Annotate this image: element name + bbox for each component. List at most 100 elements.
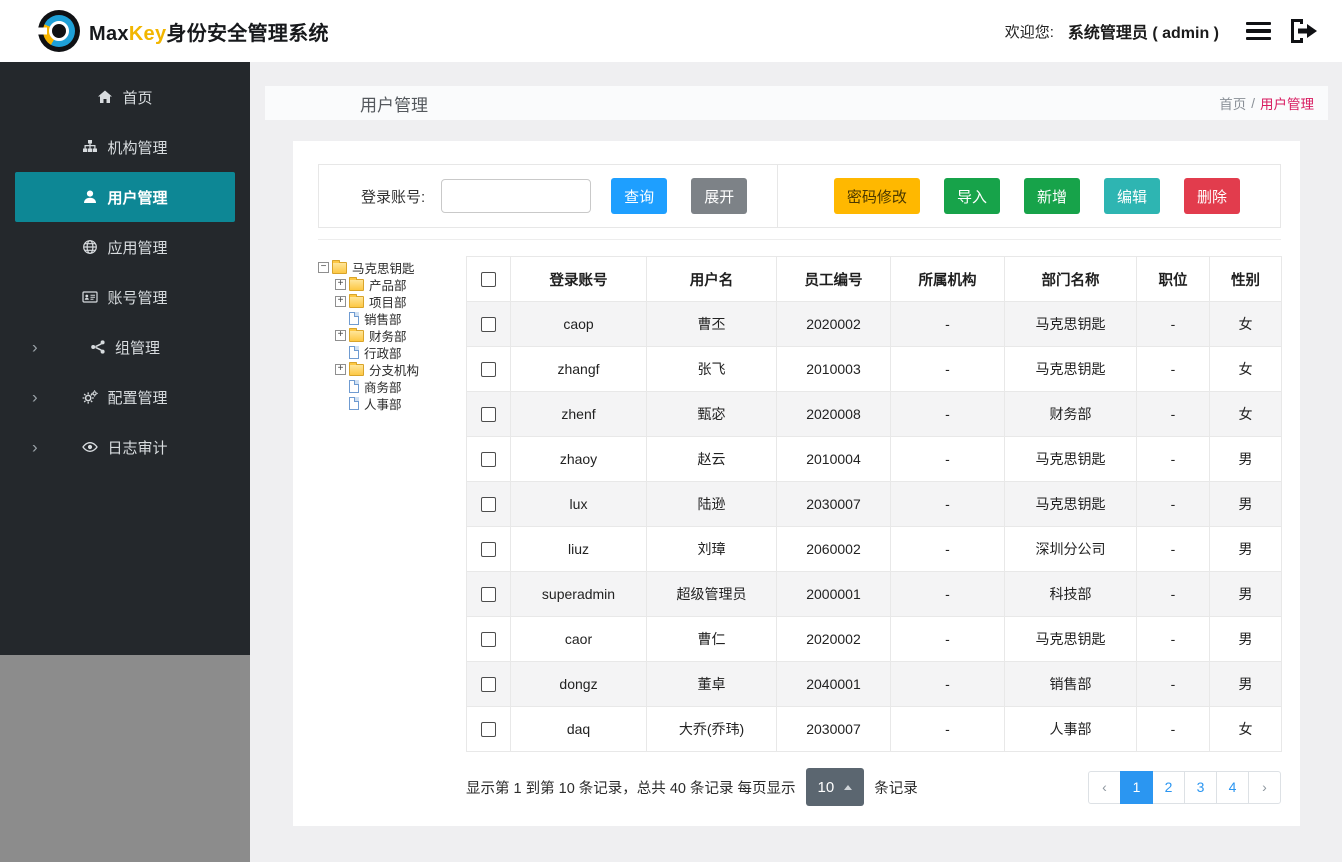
brand-max: Max: [89, 22, 129, 45]
table-cell: -: [1136, 481, 1210, 527]
menu-icon[interactable]: [1243, 19, 1274, 44]
tree-node[interactable]: 销售部: [335, 310, 466, 327]
globe-icon: [82, 239, 98, 255]
home-icon: [97, 89, 113, 105]
query-button[interactable]: 查询: [611, 178, 668, 214]
page-button-2[interactable]: 2: [1152, 770, 1185, 804]
tree-node[interactable]: + 分支机构: [335, 361, 466, 378]
sidebar-item-group[interactable]: › 组管理: [0, 322, 250, 372]
table-cell: -: [890, 436, 1005, 482]
sidebar: 首页机构管理 用户管理 应用管理 账号管理 › 组管理 › 配置管理 › 日志审计: [0, 62, 250, 862]
table-cell: 陆逊: [646, 481, 777, 527]
breadcrumb-home[interactable]: 首页: [1219, 93, 1246, 113]
table-header-row: 登录账号 用户名 员工编号 所属机构 部门名称 职位 性别: [466, 256, 1282, 302]
table-cell: 男: [1209, 481, 1282, 527]
column-header: 员工编号: [776, 256, 891, 302]
table-row[interactable]: lux 陆逊 2030007- 马克思钥匙 - 男: [466, 481, 1282, 527]
sidebar-item-config[interactable]: › 配置管理: [0, 372, 250, 422]
sidebar-item-label: 配置管理: [107, 389, 168, 407]
expand-icon[interactable]: +: [335, 279, 346, 290]
table-row[interactable]: caor 曹仁 2020002- 马克思钥匙 - 男: [466, 616, 1282, 662]
row-checkbox[interactable]: [481, 407, 496, 423]
expand-icon[interactable]: +: [335, 296, 346, 307]
table-row[interactable]: zhangf 张飞 2010003- 马克思钥匙 - 女: [466, 346, 1282, 392]
header-checkbox-cell: [466, 256, 511, 302]
expand-icon[interactable]: +: [335, 330, 346, 341]
import-button[interactable]: 导入: [943, 178, 1000, 214]
tree-node-label[interactable]: 人事部: [362, 394, 404, 413]
row-checkbox[interactable]: [481, 452, 496, 468]
tree-node[interactable]: + 产品部: [335, 276, 466, 293]
search-input[interactable]: [441, 179, 592, 213]
table-cell: caop: [510, 301, 647, 347]
delete-button[interactable]: 删除: [1183, 178, 1240, 214]
sidebar-item-account[interactable]: 账号管理: [0, 272, 250, 322]
column-header: 职位: [1136, 256, 1210, 302]
page-button-1[interactable]: 1: [1120, 770, 1153, 804]
tree-node[interactable]: 商务部: [335, 378, 466, 395]
tree-node[interactable]: 行政部: [335, 344, 466, 361]
expand-icon[interactable]: +: [335, 364, 346, 375]
row-checkbox[interactable]: [481, 632, 496, 648]
sidebar-item-user[interactable]: 用户管理: [15, 172, 235, 222]
sidebar-item-app[interactable]: 应用管理: [0, 222, 250, 272]
table-row[interactable]: liuz 刘璋 2060002- 深圳分公司 - 男: [466, 526, 1282, 572]
expand-button[interactable]: 展开: [691, 178, 748, 214]
row-checkbox[interactable]: [481, 542, 496, 558]
tree-node[interactable]: + 财务部: [335, 327, 466, 344]
gears-icon: [82, 389, 99, 405]
tree-node[interactable]: + 项目部: [335, 293, 466, 310]
table-cell: 男: [1209, 616, 1282, 662]
table-cell: -: [890, 661, 1005, 707]
page-size-select[interactable]: 10: [805, 768, 865, 806]
table-cell: -: [1136, 391, 1210, 437]
table-row[interactable]: zhenf 甄宓 2020008- 财务部 - 女: [466, 391, 1282, 437]
table-row[interactable]: caop 曹丕 2020002- 马克思钥匙 - 女: [466, 301, 1282, 347]
row-checkbox[interactable]: [481, 722, 496, 738]
sidebar-item-label: 首页: [122, 89, 153, 107]
table-cell: 马克思钥匙: [1004, 436, 1137, 482]
row-checkbox[interactable]: [481, 317, 496, 333]
table-cell: liuz: [510, 526, 647, 572]
page-button-3[interactable]: 3: [1184, 770, 1217, 804]
collapse-icon[interactable]: −: [318, 262, 329, 273]
table-row[interactable]: superadmin 超级管理员 2000001- 科技部 - 男: [466, 571, 1282, 617]
table-row[interactable]: dongz 董卓 2040001- 销售部 - 男: [466, 661, 1282, 707]
table-cell: 马克思钥匙: [1004, 346, 1137, 392]
user-icon: [82, 189, 98, 205]
table-row[interactable]: zhaoy 赵云 2010004- 马克思钥匙 - 男: [466, 436, 1282, 482]
row-checkbox[interactable]: [481, 677, 496, 693]
select-all-checkbox[interactable]: [481, 271, 496, 287]
tree-node[interactable]: − 马克思钥匙: [318, 259, 466, 276]
row-checkbox[interactable]: [481, 497, 496, 513]
page-size-value: 10: [817, 778, 835, 796]
row-checkbox-cell: [466, 526, 511, 572]
breadcrumb-current[interactable]: 用户管理: [1260, 93, 1314, 113]
sidebar-item-home[interactable]: 首页: [0, 72, 250, 122]
edit-button[interactable]: 编辑: [1103, 178, 1160, 214]
change-password-button[interactable]: 密码修改: [833, 178, 920, 214]
page-button-4[interactable]: 4: [1216, 770, 1249, 804]
prev-page-button[interactable]: ‹: [1088, 770, 1121, 804]
table-cell: -: [890, 301, 1005, 347]
table-footer: 显示第 1 到第 10 条记录，总共 40 条记录 每页显示 10 条记录 ‹ 1…: [466, 768, 1281, 806]
next-page-button[interactable]: ›: [1248, 770, 1281, 804]
table-row[interactable]: daq 大乔(乔玮) 2030007- 人事部 - 女: [466, 706, 1282, 752]
row-checkbox[interactable]: [481, 362, 496, 378]
toolbar-divider: [777, 165, 779, 227]
app-header: MaxKey身份安全管理系统 欢迎您: 系统管理员 ( admin ): [0, 0, 1342, 62]
row-checkbox[interactable]: [481, 587, 496, 603]
table-cell: 2030007: [776, 481, 891, 527]
tree-node[interactable]: 人事部: [335, 395, 466, 412]
table-cell: -: [890, 526, 1005, 572]
add-button[interactable]: 新增: [1023, 178, 1080, 214]
table-cell: 马克思钥匙: [1004, 301, 1137, 347]
content-card: 登录账号: 查询 展开 密码修改 导入 新增 编辑 删除 − 马克思钥匙 + 产品: [293, 141, 1300, 826]
sidebar-item-audit[interactable]: › 日志审计: [0, 422, 250, 472]
logout-icon[interactable]: [1288, 17, 1320, 45]
table-cell: -: [890, 481, 1005, 527]
sidebar-item-org[interactable]: 机构管理: [0, 122, 250, 172]
row-checkbox-cell: [466, 301, 511, 347]
table-cell: 女: [1209, 391, 1282, 437]
